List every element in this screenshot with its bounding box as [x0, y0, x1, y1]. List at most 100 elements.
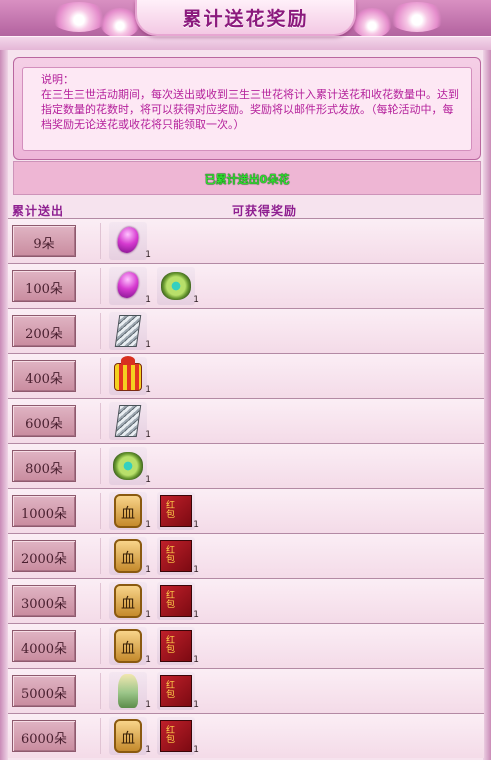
- gold-token-icon: [114, 719, 142, 753]
- item-quantity: 1: [145, 250, 151, 260]
- tier-button[interactable]: 4000朵: [12, 630, 76, 662]
- reward-item-slot[interactable]: 1: [109, 627, 151, 665]
- item-quantity: 1: [193, 520, 199, 530]
- tier-button[interactable]: 1000朵: [12, 495, 76, 527]
- reward-item-slot[interactable]: 1: [109, 222, 151, 260]
- reward-item-slot[interactable]: 1: [109, 672, 151, 710]
- right-border: [483, 50, 491, 760]
- tier-button[interactable]: 5000朵: [12, 675, 76, 707]
- tier-button[interactable]: 400朵: [12, 360, 76, 392]
- row-divider: [100, 493, 101, 529]
- reward-item-slot[interactable]: 1: [109, 537, 151, 575]
- row-divider: [100, 583, 101, 619]
- reward-item-slot[interactable]: 1: [109, 267, 151, 305]
- gold-token-icon: [114, 494, 142, 528]
- tier-button[interactable]: 3000朵: [12, 585, 76, 617]
- reward-row: 6000朵 1 1: [8, 713, 484, 758]
- tier-button[interactable]: 2000朵: [12, 540, 76, 572]
- reward-item-slot[interactable]: 1: [109, 492, 151, 530]
- item-quantity: 1: [145, 565, 151, 575]
- item-quantity: 1: [193, 745, 199, 755]
- red-envelope-icon: [160, 675, 192, 707]
- column-header-rewards: 可获得奖励: [232, 204, 298, 218]
- sent-status-bar: 已累计送出0朵花: [13, 161, 481, 195]
- reward-row: 800朵 1: [8, 443, 484, 488]
- gold-token-icon: [114, 584, 142, 618]
- gold-token-icon: [114, 629, 142, 663]
- row-divider: [100, 673, 101, 709]
- item-quantity: 1: [193, 295, 199, 305]
- reward-row: 100朵 1 1: [8, 263, 484, 308]
- silver-card-icon: [114, 405, 142, 437]
- tier-label: 800朵: [25, 462, 63, 477]
- reward-item-slot[interactable]: 1: [157, 627, 199, 665]
- tier-button[interactable]: 9朵: [12, 225, 76, 257]
- reward-item-slot[interactable]: 1: [157, 267, 199, 305]
- reward-row: 1000朵 1 1: [8, 488, 484, 533]
- reward-item-slot[interactable]: 1: [157, 537, 199, 575]
- reward-row: 4000朵 1 1: [8, 623, 484, 668]
- tier-label: 600朵: [25, 417, 63, 432]
- reward-item-slot[interactable]: 1: [157, 672, 199, 710]
- row-divider: [100, 628, 101, 664]
- reward-row: 600朵 1: [8, 398, 484, 443]
- tier-label: 5000朵: [20, 687, 68, 702]
- reward-item-slot[interactable]: 1: [109, 402, 151, 440]
- lotus-decoration-icon: [100, 8, 140, 38]
- row-divider: [100, 448, 101, 484]
- row-divider: [100, 313, 101, 349]
- reward-row: 5000朵 1 1: [8, 668, 484, 713]
- tier-button[interactable]: 600朵: [12, 405, 76, 437]
- row-divider: [100, 538, 101, 574]
- row-divider: [100, 718, 101, 754]
- jade-ring-icon: [113, 452, 143, 480]
- item-quantity: 1: [145, 700, 151, 710]
- red-envelope-icon: [160, 720, 192, 752]
- lotus-decoration-icon: [352, 8, 392, 38]
- item-quantity: 1: [193, 610, 199, 620]
- sent-status-text: 已累计送出0朵花: [204, 173, 290, 186]
- fairy-figure-icon: [118, 674, 138, 708]
- reward-item-slot[interactable]: 1: [109, 447, 151, 485]
- row-divider: [100, 223, 101, 259]
- item-quantity: 1: [145, 610, 151, 620]
- item-quantity: 1: [145, 340, 151, 350]
- reward-item-slot[interactable]: 1: [157, 717, 199, 755]
- reward-item-slot[interactable]: 1: [109, 582, 151, 620]
- item-quantity: 1: [145, 655, 151, 665]
- tier-label: 1000朵: [20, 507, 68, 522]
- jade-ring-icon: [161, 272, 191, 300]
- red-envelope-icon: [160, 540, 192, 572]
- item-quantity: 1: [145, 745, 151, 755]
- reward-item-slot[interactable]: 1: [109, 312, 151, 350]
- gold-token-icon: [114, 539, 142, 573]
- tier-label: 2000朵: [20, 552, 68, 567]
- column-header-sent: 累计送出: [12, 204, 65, 218]
- reward-item-slot[interactable]: 1: [157, 582, 199, 620]
- red-envelope-icon: [160, 495, 192, 527]
- tier-label: 200朵: [25, 327, 63, 342]
- tier-button[interactable]: 100朵: [12, 270, 76, 302]
- row-divider: [100, 403, 101, 439]
- tier-label: 3000朵: [20, 597, 68, 612]
- tier-label: 4000朵: [20, 642, 68, 657]
- tier-button[interactable]: 800朵: [12, 450, 76, 482]
- purple-gem-icon: [114, 224, 142, 256]
- reward-row: 200朵 1: [8, 308, 484, 353]
- item-quantity: 1: [145, 520, 151, 530]
- lotus-decoration-icon: [50, 2, 108, 32]
- reward-item-slot[interactable]: 1: [109, 356, 151, 395]
- reward-item-slot[interactable]: 1: [109, 717, 151, 755]
- item-quantity: 1: [145, 430, 151, 440]
- item-quantity: 1: [193, 700, 199, 710]
- tier-button[interactable]: 200朵: [12, 315, 76, 347]
- item-quantity: 1: [145, 475, 151, 485]
- reward-item-slot[interactable]: 1: [157, 492, 199, 530]
- tier-label: 9朵: [33, 237, 55, 252]
- gift-box-icon: [114, 356, 142, 391]
- reward-row: 3000朵 1 1: [8, 578, 484, 623]
- reward-list: 9朵1100朵11200朵1400朵1600朵1800朵11000朵112000…: [8, 218, 484, 758]
- tier-button[interactable]: 6000朵: [12, 720, 76, 752]
- info-box: 说明： 在三生三世活动期间，每次送出或收到三生三世花将计入累计送花和收花数量中。…: [22, 67, 472, 151]
- red-envelope-icon: [160, 585, 192, 617]
